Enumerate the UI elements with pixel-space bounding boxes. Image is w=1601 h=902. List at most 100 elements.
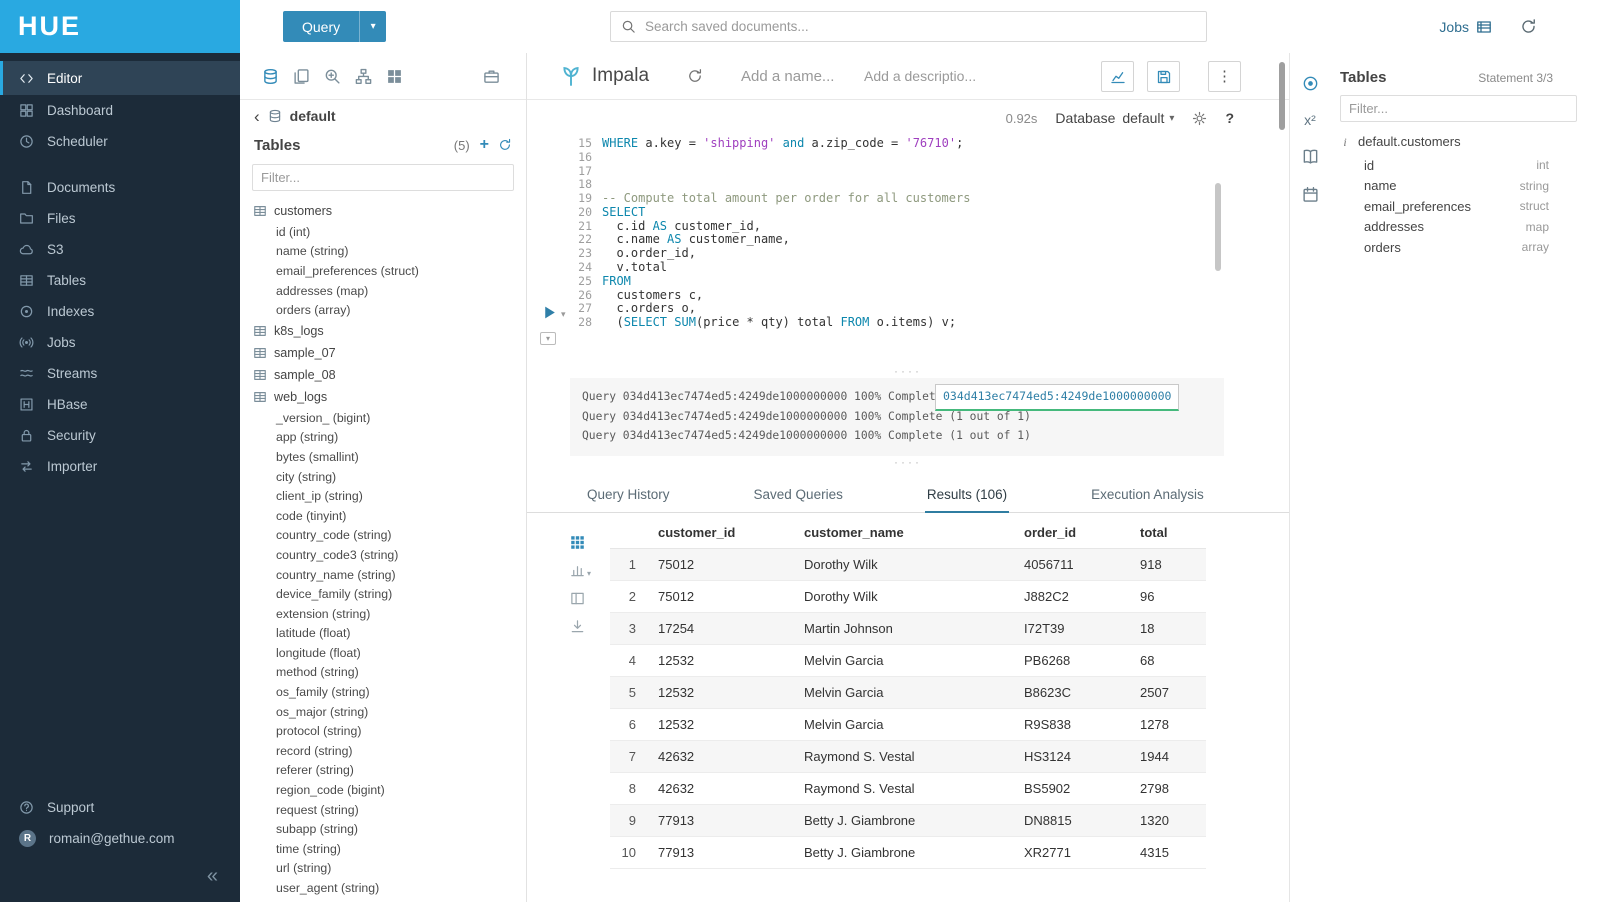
hue-logo[interactable]: HUE <box>0 0 240 53</box>
code-line[interactable]: 17 <box>570 164 1289 178</box>
query-button[interactable]: Query <box>283 11 359 42</box>
tree-column-method[interactable]: method (string) <box>240 663 526 683</box>
save-button[interactable] <box>1147 61 1180 92</box>
sitemap-icon[interactable] <box>355 68 372 85</box>
resize-handle-top[interactable]: ···· <box>527 367 1289 378</box>
tree-column-region-code[interactable]: region_code (bigint) <box>240 780 526 800</box>
columns-view-icon[interactable] <box>570 591 585 606</box>
sql-source-icon[interactable] <box>262 68 279 85</box>
sidebar-footer-support[interactable]: Support <box>0 792 240 823</box>
search-assist-icon[interactable] <box>324 68 341 85</box>
chart-view-control[interactable]: ▾ <box>570 563 591 578</box>
grid-view-icon[interactable] <box>570 535 585 550</box>
tree-column-device-family[interactable]: device_family (string) <box>240 584 526 604</box>
tree-column-country-code[interactable]: country_code (string) <box>240 526 526 546</box>
tree-column-country-name[interactable]: country_name (string) <box>240 565 526 585</box>
tree-column-client-ip[interactable]: client_ip (string) <box>240 486 526 506</box>
tree-column-os-family[interactable]: os_family (string) <box>240 682 526 702</box>
tab-saved-queries[interactable]: Saved Queries <box>752 478 845 512</box>
tree-column-orders[interactable]: orders (array) <box>240 300 526 320</box>
code-line[interactable]: 28 (SELECT SUM(price * qty) total FROM o… <box>570 315 1289 329</box>
table-filter-input[interactable] <box>261 170 505 185</box>
code-line[interactable]: 24 v.total <box>570 260 1289 274</box>
results-column-header[interactable]: customer_name <box>798 517 1018 549</box>
sidebar-collapse-button[interactable]: « <box>207 866 218 886</box>
right-column-orders[interactable]: ordersarray <box>1340 237 1601 258</box>
sidebar-item-indexes[interactable]: Indexes <box>0 296 240 327</box>
results-row[interactable]: 317254Martin JohnsonI72T3918 <box>610 613 1206 645</box>
settings-gear-icon[interactable] <box>1192 111 1207 126</box>
tree-table-web-logs[interactable]: web_logs <box>240 386 526 408</box>
functions-icon[interactable]: x² <box>1304 113 1316 127</box>
tree-column-bytes[interactable]: bytes (smallint) <box>240 447 526 467</box>
tree-column-latitude[interactable]: latitude (float) <box>240 624 526 644</box>
results-row[interactable]: 842632Raymond S. VestalBS59022798 <box>610 773 1206 805</box>
code-line[interactable]: 25FROM <box>570 274 1289 288</box>
resize-handle-bottom[interactable]: ···· <box>527 458 1289 469</box>
query-name-input[interactable] <box>741 68 836 85</box>
language-reference-icon[interactable] <box>1302 148 1319 165</box>
code-line[interactable]: 26 customers c, <box>570 288 1289 302</box>
code-line[interactable]: 22 c.name AS customer_name, <box>570 233 1289 247</box>
sidebar-item-jobs[interactable]: Jobs <box>0 327 240 358</box>
tab-results-106[interactable]: Results (106) <box>925 478 1009 513</box>
code-line[interactable]: 18 <box>570 177 1289 191</box>
tree-column-request[interactable]: request (string) <box>240 800 526 820</box>
download-icon[interactable] <box>570 619 585 634</box>
query-dropdown-caret[interactable]: ▾ <box>359 11 386 42</box>
sidebar-item-documents[interactable]: Documents <box>0 172 240 203</box>
refresh-icon[interactable] <box>498 138 512 152</box>
code-line[interactable]: 21 c.id AS customer_id, <box>570 219 1289 233</box>
code-line[interactable]: 20SELECT <box>570 205 1289 219</box>
tree-column-subapp[interactable]: subapp (string) <box>240 819 526 839</box>
code-editor-scrollbar[interactable] <box>1215 183 1221 271</box>
documents-source-icon[interactable] <box>293 68 310 85</box>
search-input[interactable] <box>645 19 1196 34</box>
tree-table-sample-08[interactable]: sample_08 <box>240 364 526 386</box>
more-actions-button[interactable]: ⋮ <box>1208 61 1241 92</box>
query-id-tooltip[interactable]: 034d413ec7474ed5:4249de1000000000 <box>935 384 1179 411</box>
sidebar-item-importer[interactable]: Importer <box>0 451 240 482</box>
results-row[interactable]: 275012Dorothy WilkJ882C296 <box>610 581 1206 613</box>
database-selector[interactable]: default ▾ <box>1122 110 1174 126</box>
results-row[interactable]: 412532Melvin GarciaPB626868 <box>610 645 1206 677</box>
tree-table-sample-07[interactable]: sample_07 <box>240 342 526 364</box>
tree-column-os-major[interactable]: os_major (string) <box>240 702 526 722</box>
schedule-icon[interactable] <box>1302 186 1319 203</box>
statement-options-button[interactable]: ▾ <box>540 332 556 345</box>
right-column-id[interactable]: idint <box>1340 155 1601 176</box>
tree-column-extension[interactable]: extension (string) <box>240 604 526 624</box>
tree-column-city[interactable]: city (string) <box>240 467 526 487</box>
tab-execution-analysis[interactable]: Execution Analysis <box>1089 478 1206 512</box>
tree-column-email-preferences[interactable]: email_preferences (struct) <box>240 261 526 281</box>
editor-scrollbar[interactable] <box>1279 62 1285 130</box>
results-column-header[interactable]: customer_id <box>652 517 798 549</box>
query-history-icon[interactable] <box>1520 18 1537 35</box>
code-line[interactable]: 19-- Compute total amount per order for … <box>570 191 1289 205</box>
execute-play-button[interactable] <box>541 304 558 321</box>
chart-button[interactable] <box>1101 61 1134 92</box>
jobs-link[interactable]: Jobs <box>1439 19 1492 35</box>
tree-column-record[interactable]: record (string) <box>240 741 526 761</box>
right-column-addresses[interactable]: addressesmap <box>1340 217 1601 238</box>
active-table-row[interactable]: i default.customers <box>1340 134 1601 149</box>
query-description-input[interactable] <box>864 68 989 84</box>
sidebar-item-s3[interactable]: S3 <box>0 234 240 265</box>
results-row[interactable]: 1077913Betty J. GiambroneXR27714315 <box>610 837 1206 869</box>
results-row[interactable]: 612532Melvin GarciaR9S8381278 <box>610 709 1206 741</box>
sidebar-item-streams[interactable]: Streams <box>0 358 240 389</box>
tree-column-url[interactable]: url (string) <box>240 859 526 879</box>
help-icon[interactable]: ? <box>1225 110 1234 126</box>
code-line[interactable]: 23 o.order_id, <box>570 246 1289 260</box>
briefcase-icon[interactable] <box>483 68 500 85</box>
results-row[interactable]: 512532Melvin GarciaB8623C2507 <box>610 677 1206 709</box>
tree-column-addresses[interactable]: addresses (map) <box>240 281 526 301</box>
sidebar-item-editor[interactable]: Editor <box>0 61 240 95</box>
add-table-button[interactable]: + <box>480 137 489 153</box>
assistant-icon[interactable] <box>1302 75 1319 92</box>
code-editor[interactable]: 15WHERE a.key = 'shipping' and a.zip_cod… <box>527 136 1289 329</box>
tree-column-referer[interactable]: referer (string) <box>240 761 526 781</box>
code-line[interactable]: 27 c.orders o, <box>570 302 1289 316</box>
results-column-header[interactable]: order_id <box>1018 517 1134 549</box>
apps-grid-icon[interactable] <box>386 68 403 85</box>
